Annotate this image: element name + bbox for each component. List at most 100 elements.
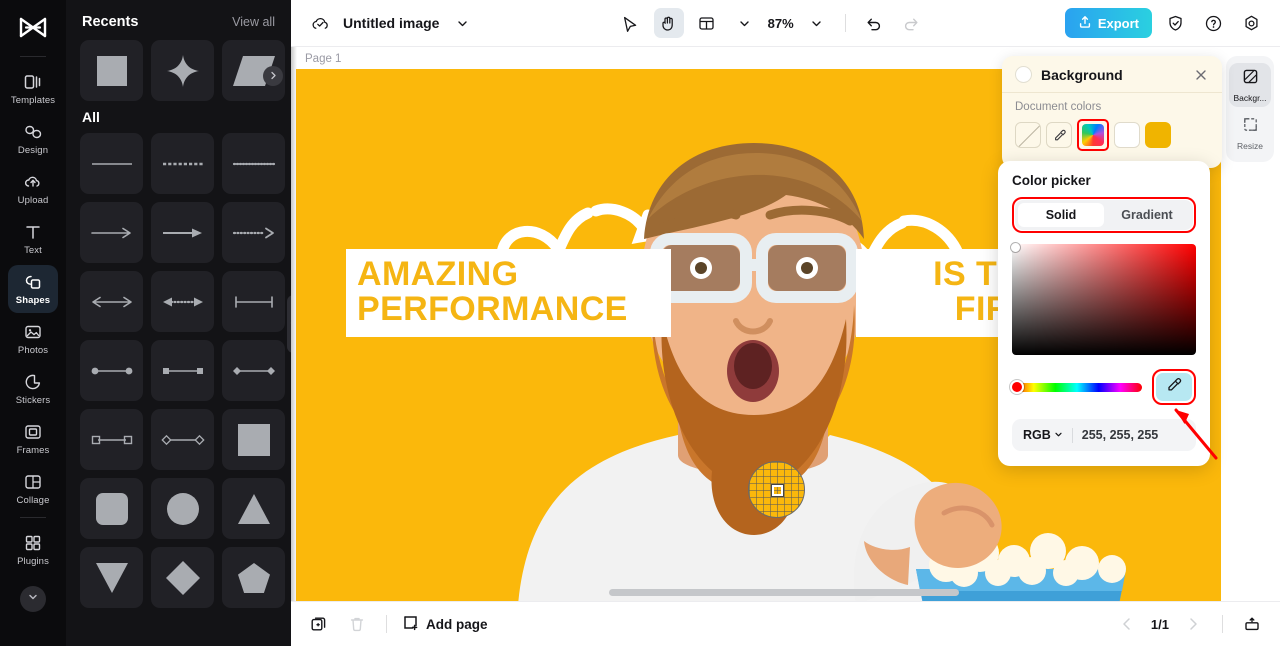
rainbow-swatch-selected[interactable] <box>1077 119 1109 151</box>
recents-header: Recents View all <box>80 0 277 40</box>
no-color-swatch[interactable] <box>1015 122 1041 148</box>
canvas-text-left[interactable]: AMAZING PERFORMANCE <box>346 249 671 338</box>
shape-tile-solid-arrow[interactable] <box>151 202 214 263</box>
shape-tile-triangle[interactable] <box>222 478 285 539</box>
shape-tile-solid-line[interactable] <box>80 133 143 194</box>
rail-divider <box>20 56 46 57</box>
color-picker-tabs-highlight: Solid Gradient <box>1012 197 1196 233</box>
view-all-link[interactable]: View all <box>232 15 275 29</box>
redo-button[interactable] <box>897 8 927 38</box>
shape-tile-dashed-line[interactable] <box>151 133 214 194</box>
sidebar-item-label: Plugins <box>17 556 49 567</box>
prev-page-button[interactable] <box>1113 610 1141 638</box>
sidebar-item-design[interactable]: Design <box>8 115 58 163</box>
zoom-chevron-down-icon[interactable] <box>802 8 832 38</box>
background-panel-header: Background <box>1015 66 1209 83</box>
present-button[interactable] <box>1238 610 1266 638</box>
eyedropper-swatch[interactable] <box>1046 122 1072 148</box>
shape-tile-diamond-end-line[interactable] <box>222 340 285 401</box>
white-swatch[interactable] <box>1114 122 1140 148</box>
background-color-preview[interactable] <box>1015 66 1032 83</box>
expand-rail-button[interactable] <box>20 586 46 612</box>
sidebar-item-upload[interactable]: Upload <box>8 165 58 213</box>
cursor-select-tool[interactable] <box>616 8 646 38</box>
add-page-icon <box>402 614 419 634</box>
shape-tile-rounded-square[interactable] <box>80 478 143 539</box>
layout-chevron-down-icon[interactable] <box>730 8 760 38</box>
background-icon <box>1242 68 1259 90</box>
shape-tile-dotted-line[interactable] <box>222 133 285 194</box>
tab-solid[interactable]: Solid <box>1018 203 1104 227</box>
help-circle-icon[interactable] <box>1198 8 1228 38</box>
shape-tile-double-arrow[interactable] <box>80 271 143 332</box>
document-menu-chevron-down-icon[interactable] <box>447 8 477 38</box>
canvas-hscrollbar-thumb[interactable] <box>609 589 959 596</box>
export-button[interactable]: Export <box>1064 8 1153 38</box>
document-colors-swatch-row <box>1015 119 1209 151</box>
document-title[interactable]: Untitled image <box>343 15 439 31</box>
hue-slider[interactable] <box>1010 379 1142 394</box>
sidebar-item-stickers[interactable]: Stickers <box>8 365 58 413</box>
plugins-icon <box>23 533 43 553</box>
shape-tile-hollow-diamond-end-line[interactable] <box>151 409 214 470</box>
background-panel-title: Background <box>1041 66 1123 83</box>
close-x-icon[interactable] <box>1193 67 1209 83</box>
eyedropper-button[interactable] <box>1156 373 1192 401</box>
undo-button[interactable] <box>859 8 889 38</box>
hue-row <box>1010 369 1196 405</box>
hand-pan-tool[interactable] <box>653 8 684 38</box>
next-page-button[interactable] <box>1179 610 1207 638</box>
capcut-logo-icon[interactable] <box>13 10 53 48</box>
shape-tile-square[interactable] <box>80 40 143 101</box>
shapes-icon <box>23 272 43 292</box>
sidebar-item-collage[interactable]: Collage <box>8 465 58 513</box>
hue-slider-knob[interactable] <box>1010 379 1024 394</box>
add-page-label: Add page <box>426 616 488 632</box>
sv-selector-knob[interactable] <box>1011 243 1020 252</box>
color-row-divider <box>1071 427 1073 443</box>
sidebar-item-plugins[interactable]: Plugins <box>8 526 58 574</box>
sidebar-item-shapes[interactable]: Shapes <box>8 265 58 313</box>
shape-tile-dotted-double-arrow[interactable] <box>151 271 214 332</box>
shield-check-icon[interactable] <box>1160 8 1190 38</box>
color-value-input[interactable]: 255, 255, 255 <box>1082 428 1158 442</box>
shape-tile-bar-line[interactable] <box>222 271 285 332</box>
recents-title: Recents <box>82 14 139 30</box>
main-area: Untitled image 87% Export Page 1 AMAZING… <box>291 0 1280 646</box>
sidebar-item-label: Shapes <box>15 295 51 306</box>
settings-gear-icon[interactable] <box>1236 8 1266 38</box>
shape-tile-four-point-star[interactable] <box>151 40 214 101</box>
shape-tile-diamond[interactable] <box>151 547 214 608</box>
duplicate-page-button[interactable] <box>305 610 333 638</box>
recents-next-button[interactable] <box>263 66 283 86</box>
canvas-hscrollbar[interactable] <box>591 589 1251 596</box>
shape-tile-square-2[interactable] <box>222 409 285 470</box>
sidebar-item-frames[interactable]: Frames <box>8 415 58 463</box>
color-mode-selector[interactable]: RGB <box>1023 428 1063 442</box>
shape-tile-pentagon[interactable] <box>222 547 285 608</box>
tab-gradient[interactable]: Gradient <box>1104 203 1190 227</box>
right-rail-item-background[interactable]: Backgr... <box>1229 63 1271 107</box>
shape-tile-circle[interactable] <box>151 478 214 539</box>
sidebar-item-templates[interactable]: Templates <box>8 65 58 113</box>
collapse-panel-handle[interactable] <box>287 295 291 353</box>
shape-tile-triangle-down[interactable] <box>80 547 143 608</box>
saturation-value-area[interactable] <box>1011 243 1196 355</box>
layout-tool-icon[interactable] <box>692 8 722 38</box>
sidebar-item-label: Design <box>17 145 49 156</box>
add-page-button[interactable]: Add page <box>402 614 488 634</box>
shape-tile-hollow-square-end-line[interactable] <box>80 409 143 470</box>
shape-tile-circle-end-line[interactable] <box>80 340 143 401</box>
right-rail-item-resize[interactable]: Resize <box>1229 111 1271 155</box>
cloud-saved-icon[interactable] <box>305 8 335 38</box>
chevron-down-icon <box>27 590 39 608</box>
yellow-swatch[interactable] <box>1145 122 1171 148</box>
delete-page-button[interactable] <box>343 610 371 638</box>
shape-tile-dotted-arrow[interactable] <box>222 202 285 263</box>
sidebar-item-text[interactable]: Text <box>8 215 58 263</box>
sidebar-item-photos[interactable]: Photos <box>8 315 58 363</box>
zoom-level[interactable]: 87% <box>768 16 794 31</box>
shape-tile-thin-arrow[interactable] <box>80 202 143 263</box>
shape-tile-square-end-line[interactable] <box>151 340 214 401</box>
sidebar-item-label: Stickers <box>15 395 51 406</box>
